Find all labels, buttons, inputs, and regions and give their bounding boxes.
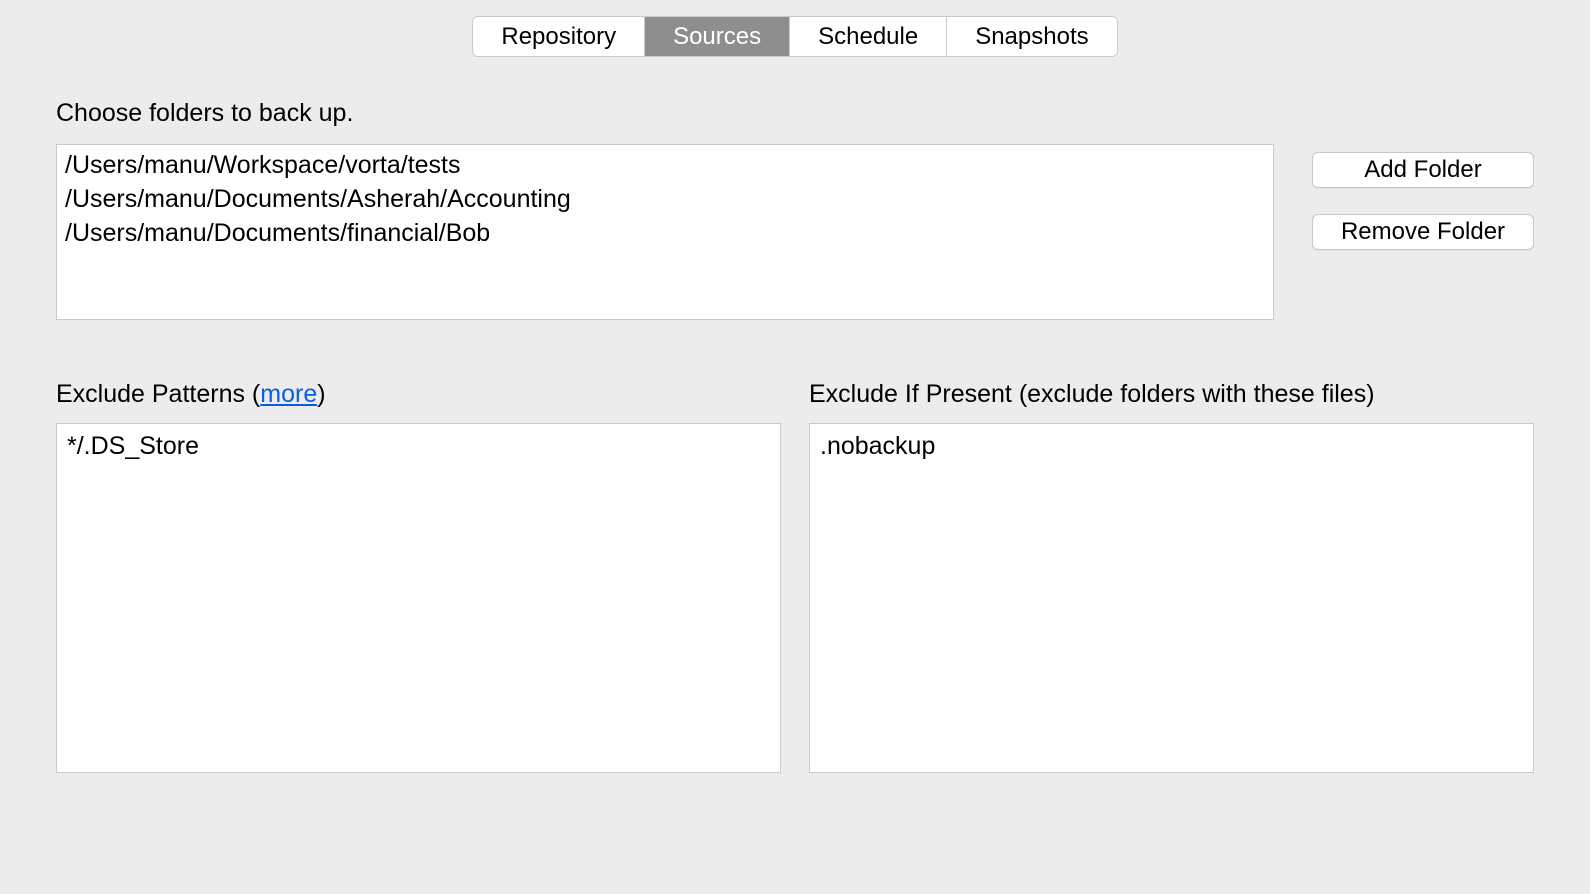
- tab-bar-inner: Repository Sources Schedule Snapshots: [472, 16, 1117, 57]
- exclude-patterns-box[interactable]: */.DS_Store: [56, 423, 781, 773]
- tab-sources[interactable]: Sources: [645, 17, 790, 56]
- exclude-if-present-col: Exclude If Present (exclude folders with…: [809, 380, 1534, 773]
- exclude-if-present-item[interactable]: .nobackup: [820, 430, 1523, 464]
- exclude-if-present-label: Exclude If Present (exclude folders with…: [809, 380, 1534, 409]
- folder-item[interactable]: /Users/manu/Documents/Asherah/Accounting: [65, 183, 1265, 217]
- remove-folder-button[interactable]: Remove Folder: [1312, 214, 1534, 250]
- tab-snapshots[interactable]: Snapshots: [947, 17, 1116, 56]
- exclude-patterns-label-prefix: Exclude Patterns (: [56, 380, 260, 408]
- exclude-patterns-more-link[interactable]: more: [260, 380, 317, 408]
- exclude-pattern-item[interactable]: */.DS_Store: [67, 430, 770, 464]
- tab-bar: Repository Sources Schedule Snapshots: [0, 0, 1590, 57]
- folder-item[interactable]: /Users/manu/Documents/financial/Bob: [65, 217, 1265, 251]
- exclude-patterns-label: Exclude Patterns (more): [56, 380, 781, 409]
- exclude-if-present-box[interactable]: .nobackup: [809, 423, 1534, 773]
- folder-item[interactable]: /Users/manu/Workspace/vorta/tests: [65, 149, 1265, 183]
- folder-list[interactable]: /Users/manu/Workspace/vorta/tests /Users…: [56, 144, 1274, 320]
- add-folder-button[interactable]: Add Folder: [1312, 152, 1534, 188]
- choose-folders-label: Choose folders to back up.: [56, 99, 1534, 128]
- tab-schedule[interactable]: Schedule: [790, 17, 947, 56]
- exclude-row: Exclude Patterns (more) */.DS_Store Excl…: [56, 380, 1534, 773]
- exclude-patterns-label-suffix: ): [317, 380, 325, 408]
- content-area: Choose folders to back up. /Users/manu/W…: [0, 57, 1590, 773]
- tab-repository[interactable]: Repository: [473, 17, 645, 56]
- folder-buttons: Add Folder Remove Folder: [1312, 144, 1534, 320]
- folders-row: /Users/manu/Workspace/vorta/tests /Users…: [56, 144, 1534, 320]
- exclude-patterns-col: Exclude Patterns (more) */.DS_Store: [56, 380, 781, 773]
